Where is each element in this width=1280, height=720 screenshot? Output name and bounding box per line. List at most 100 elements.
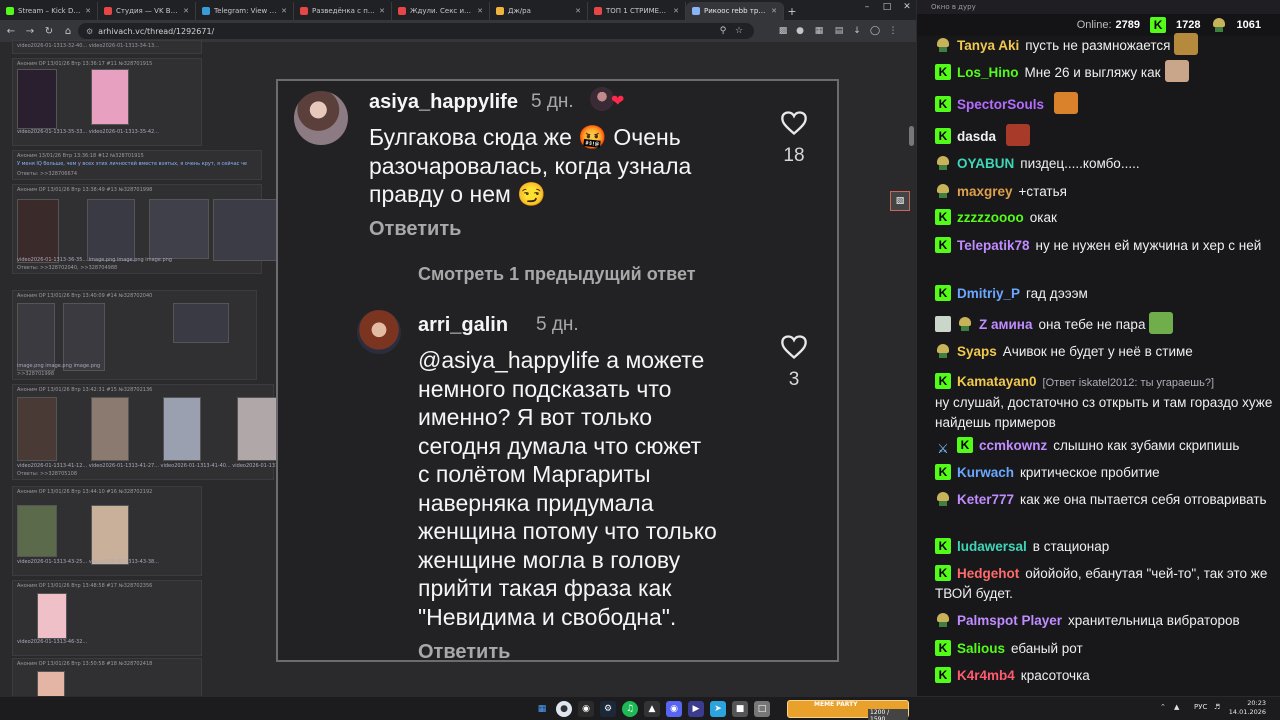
post-replies-link[interactable]: >>328701998 (17, 371, 54, 377)
reply-button[interactable]: Ответить (369, 218, 461, 241)
chat-username[interactable]: Z амина (979, 317, 1032, 332)
spotify-icon[interactable]: ♫ (622, 701, 638, 717)
post-thumbnail[interactable] (237, 397, 277, 461)
heart-icon[interactable] (780, 334, 808, 360)
chat-username[interactable]: ludawersal (957, 539, 1027, 554)
post-replies-link[interactable]: Ответы: >>328702040, >>328704988 (17, 265, 117, 271)
chat-username[interactable]: dasda (957, 129, 996, 144)
post-thumbnail[interactable] (17, 199, 59, 263)
chat-username[interactable]: ccmkownz (979, 438, 1047, 453)
app-icon[interactable]: ■ (732, 701, 748, 717)
chat-username[interactable]: Hedgehot (957, 566, 1019, 581)
chat-username[interactable]: maxgrey (957, 184, 1013, 199)
extension-icon[interactable]: ▩ (776, 24, 790, 38)
heart-icon[interactable] (780, 110, 808, 136)
post-thumbnail[interactable] (163, 397, 201, 461)
minimize-icon[interactable]: – (858, 2, 876, 12)
browser-tab[interactable]: Ждули. Секс и отношения ✕ (392, 2, 490, 20)
chat-username[interactable]: Dmitriy_P (957, 286, 1020, 301)
chat-username[interactable]: Syaps (957, 344, 997, 359)
chat-username[interactable]: OYABUN (957, 156, 1014, 171)
tab-close-icon[interactable]: ✕ (575, 7, 581, 15)
discord-icon[interactable]: ◉ (666, 701, 682, 717)
profile-icon[interactable]: ◯ (868, 24, 882, 38)
sidebar-icon[interactable]: ▤ (832, 24, 846, 38)
steam-icon[interactable]: ⚙ (600, 701, 616, 717)
post-thumbnail[interactable] (17, 303, 55, 371)
window-close-icon[interactable]: ✕ (898, 2, 916, 12)
floating-extension-button[interactable]: ▧ (890, 191, 910, 211)
post-thumbnail[interactable] (91, 505, 129, 565)
network-icon[interactable]: ▲ (1174, 703, 1179, 711)
post-thumbnail[interactable] (17, 397, 57, 461)
post-thumbnail[interactable] (173, 303, 229, 343)
site-info-icon[interactable]: ⚙ (86, 27, 93, 36)
download-icon[interactable]: ↓ (850, 24, 864, 38)
chat-username[interactable]: Los_Hino (957, 65, 1019, 80)
chat-username[interactable]: Keter777 (957, 492, 1014, 507)
maximize-icon[interactable]: □ (878, 2, 896, 12)
zoom-icon[interactable]: ⚲ (716, 24, 730, 38)
post-thumbnail[interactable] (17, 69, 57, 129)
tab-close-icon[interactable]: ✕ (477, 7, 483, 15)
chat-username[interactable]: Tanya Aki (957, 38, 1019, 53)
menu-icon[interactable]: ⋮ (886, 24, 900, 38)
page-scrollbar[interactable] (909, 126, 914, 146)
extension-2-icon[interactable]: ● (793, 24, 807, 38)
address-bar[interactable]: ⚙ arhivach.vc/thread/1292671/ (78, 23, 754, 39)
back-icon[interactable]: ← (3, 23, 19, 39)
tab-close-icon[interactable]: ✕ (281, 7, 287, 15)
app-icon[interactable]: ▲ (644, 701, 660, 717)
browser-tab[interactable]: Telegram: View @Petyun ✕ (196, 2, 294, 20)
view-more-replies[interactable]: Смотреть 1 предыдущий ответ (418, 264, 696, 285)
windows-start-icon[interactable]: ▦ (534, 701, 550, 717)
clock[interactable]: 20:23 14.01.2026 (1226, 699, 1266, 717)
browser-tab[interactable]: Рикоос rebb тред. Бул✕ (686, 2, 784, 20)
chrome-icon[interactable]: ● (556, 701, 572, 717)
tab-close-icon[interactable]: ✕ (85, 7, 91, 15)
post-thumbnail[interactable] (63, 303, 105, 371)
language-indicator[interactable]: РУС (1194, 703, 1207, 711)
post-thumbnail[interactable] (37, 593, 67, 639)
post-thumbnail[interactable] (149, 199, 209, 259)
new-tab-button[interactable]: + (784, 2, 800, 20)
telegram-icon[interactable]: ➤ (710, 701, 726, 717)
extensions-puzzle-icon[interactable]: ▦ (812, 24, 826, 38)
chat-username[interactable]: Salious (957, 641, 1005, 656)
tray-chevron-icon[interactable]: ⌃ (1160, 703, 1166, 711)
tab-close-icon[interactable]: ✕ (183, 7, 189, 15)
tab-close-icon[interactable]: ✕ (379, 7, 385, 15)
post-replies-link[interactable]: Ответы: >>328705108 (17, 471, 77, 477)
chat-username[interactable]: Palmspot Player (957, 613, 1062, 628)
post-thumbnail[interactable] (91, 69, 129, 125)
browser-tab[interactable]: ТОП 1 СТРИМЕР В МИРЕ ✕ (588, 2, 686, 20)
post-replies-link[interactable]: Ответы: >>328706674 (17, 171, 77, 177)
chat-username[interactable]: Kamatayan0 (957, 374, 1037, 389)
chat-username[interactable]: zzzzzoooo (957, 210, 1024, 225)
chat-username[interactable]: K4r4mb4 (957, 668, 1015, 683)
reply-button[interactable]: Ответить (418, 641, 510, 660)
post-thumbnail[interactable] (87, 199, 135, 261)
browser-tab[interactable]: Stream – Kick Dashboard✕ (0, 2, 98, 20)
chat-username[interactable]: SpectorSouls (957, 97, 1044, 112)
meme-party-widget[interactable]: MEME PARTY 1200 / 1590 (787, 700, 909, 720)
app-icon[interactable]: □ (754, 701, 770, 717)
post-thumbnail[interactable] (213, 199, 277, 261)
chat-username[interactable]: Kurwach (957, 465, 1014, 480)
bookmark-star-icon[interactable]: ☆ (732, 24, 746, 38)
post-thumbnail[interactable] (17, 505, 57, 557)
tab-close-icon[interactable]: ✕ (771, 7, 777, 15)
obs-icon[interactable]: ◉ (578, 701, 594, 717)
post-thumbnail[interactable] (91, 397, 129, 461)
browser-tab[interactable]: Студия — VK Видео Live ✕ (98, 2, 196, 20)
comment-time: 5 дн. (536, 314, 579, 335)
media-player-icon[interactable]: ▶ (688, 701, 704, 717)
home-icon[interactable]: ⌂ (60, 23, 76, 39)
browser-tab[interactable]: Дж/ра ✕ (490, 2, 588, 20)
tab-close-icon[interactable]: ✕ (673, 7, 679, 15)
chat-username[interactable]: Telepatik78 (957, 238, 1030, 253)
forward-icon[interactable]: → (22, 23, 38, 39)
browser-tab[interactable]: Разведёнка с прицепом ✕ (294, 2, 392, 20)
volume-icon[interactable]: ♬ (1214, 703, 1220, 711)
reload-icon[interactable]: ↻ (41, 23, 57, 39)
